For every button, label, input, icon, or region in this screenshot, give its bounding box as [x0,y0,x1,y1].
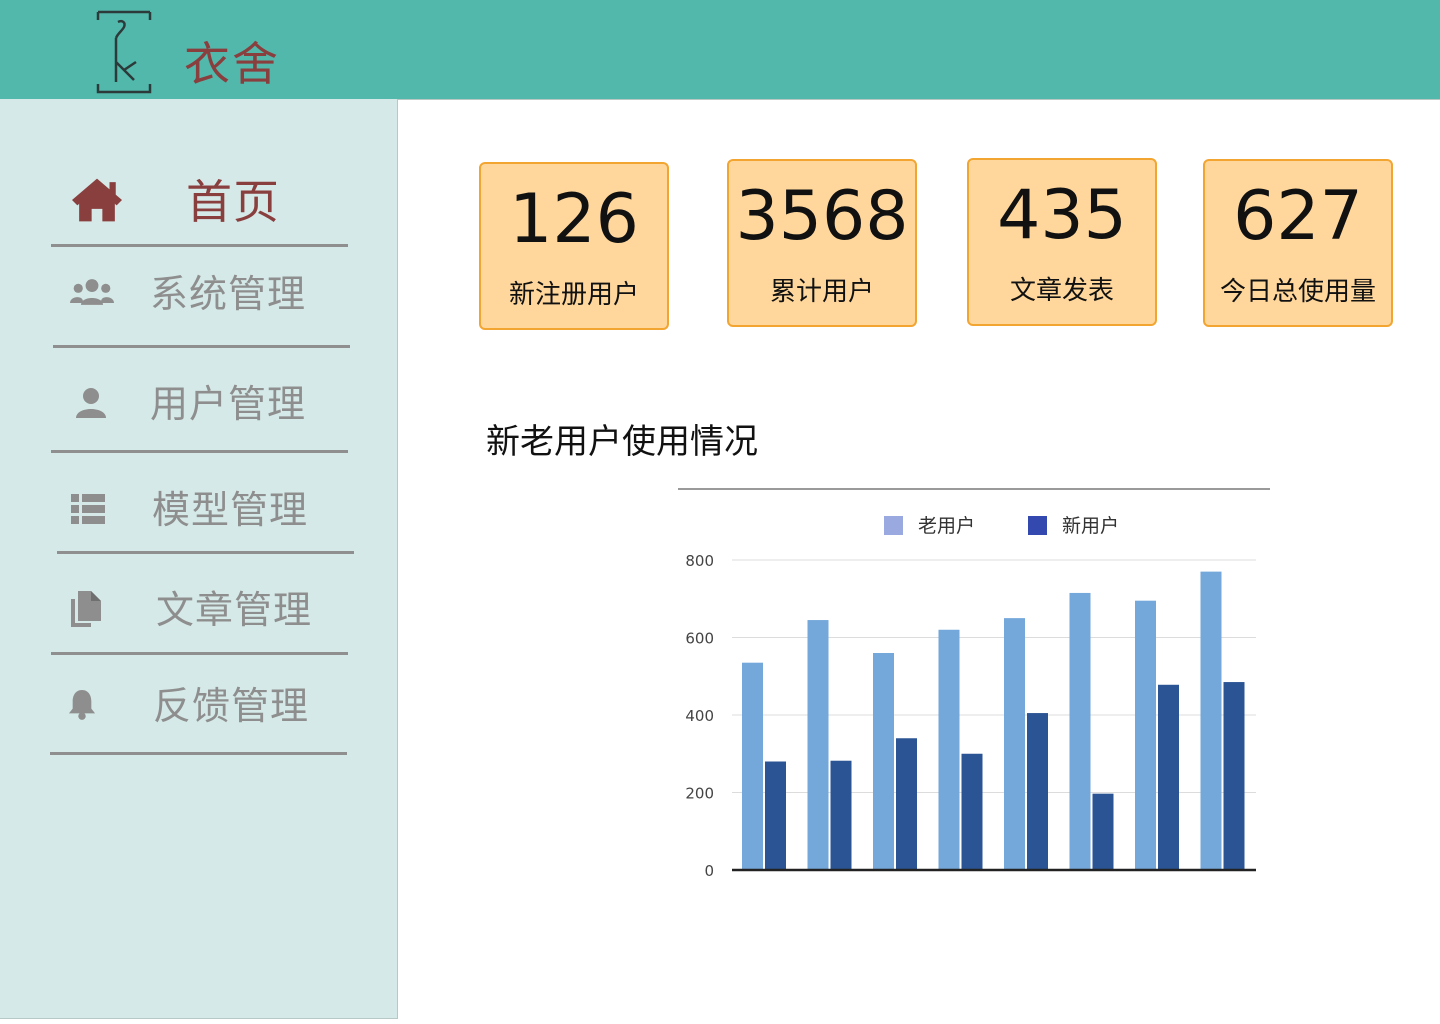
chart-divider [678,488,1270,490]
bar-new-users [1092,793,1114,870]
stat-value: 3568 [735,177,909,256]
sidebar-divider [50,752,347,755]
sidebar-divider [51,450,348,453]
bar-new-users [1223,682,1245,870]
stat-label: 文章发表 [1009,276,1114,306]
bell-icon [68,690,96,720]
hanger-logo-icon[interactable] [96,10,152,94]
legend-label: 新用户 [1062,515,1119,537]
sidebar-item-articles[interactable]: 文章管理 [60,583,350,639]
stat-label: 累计用户 [769,277,874,307]
section-title: 新老用户使用情况 [486,422,758,462]
stat-label: 新注册用户 [508,280,639,310]
sidebar-item-feedback[interactable]: 反馈管理 [60,679,350,735]
stat-card-new-users[interactable]: 126 新注册用户 [479,162,669,330]
bar-old-users [1069,592,1091,870]
list-icon [71,494,105,524]
bar-old-users [742,662,763,870]
bar-old-users [1135,600,1156,870]
bar-old-users [873,653,894,870]
copy-documents-icon [71,591,101,627]
brand-name[interactable]: 衣舍 [184,36,280,92]
stat-value: 627 [1233,177,1363,256]
sidebar-divider [51,244,348,247]
sidebar-item-label: 文章管理 [156,588,313,632]
bar-old-users [807,620,829,870]
users-icon [70,279,114,305]
sidebar-item-home[interactable]: 首页 [60,171,350,235]
sidebar-divider [51,652,348,655]
bar-new-users [830,760,852,870]
y-tick-label: 200 [685,785,714,803]
user-icon [76,388,106,418]
sidebar-item-users[interactable]: 用户管理 [60,377,350,433]
bar-new-users [765,761,786,870]
stat-card-daily-usage[interactable]: 627 今日总使用量 [1203,159,1393,327]
sidebar-item-models[interactable]: 模型管理 [60,483,350,539]
app-header: 衣舍 [0,0,1440,100]
stat-card-articles[interactable]: 435 文章发表 [967,158,1157,326]
sidebar-divider [53,345,350,348]
sidebar-item-label: 系统管理 [150,272,307,316]
bar-new-users [1027,713,1048,870]
home-icon [72,178,122,222]
y-tick-label: 0 [704,862,714,880]
sidebar-item-label: 模型管理 [152,488,309,532]
sidebar-item-label: 首页 [186,175,280,229]
y-tick-label: 800 [685,552,714,570]
sidebar-item-label: 反馈管理 [153,684,310,728]
bar-old-users [1004,618,1025,870]
usage-bar-chart: 0 200 400 600 800 老用户 新用户 [685,515,1256,880]
stat-value: 435 [997,176,1127,255]
y-tick-label: 600 [685,630,714,648]
stat-label: 今日总使用量 [1219,277,1376,307]
bar-new-users [1158,684,1179,870]
sidebar-item-label: 用户管理 [150,382,307,426]
bar-new-users [896,738,917,870]
stat-card-total-users[interactable]: 3568 累计用户 [727,159,917,327]
legend-swatch [1028,516,1047,535]
bar-new-users [961,753,983,870]
y-tick-label: 400 [685,707,714,725]
sidebar-divider [57,551,354,554]
sidebar-item-system[interactable]: 系统管理 [60,267,350,323]
sidebar: 首页 系统管理 用户管理 模型管理 文章管理 反馈管理 [0,99,398,1019]
legend-label: 老用户 [918,515,975,537]
bar-old-users [1200,571,1222,870]
legend-swatch [884,516,903,535]
stat-value: 126 [509,180,639,259]
bar-old-users [938,629,960,870]
